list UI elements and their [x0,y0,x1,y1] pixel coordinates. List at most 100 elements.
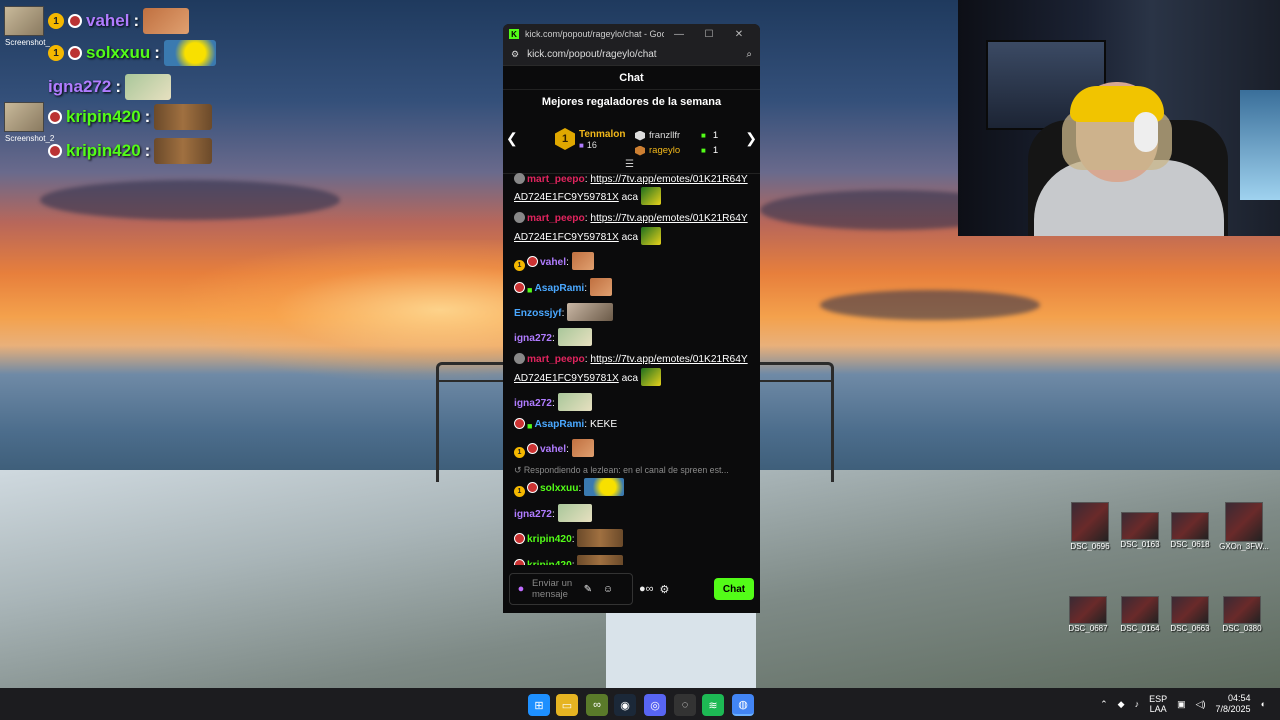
reply-context[interactable]: ↺ Respondiendo a lezlean: en el canal de… [514,465,749,476]
emote-image [154,104,213,130]
gifter-name: franzllfr [649,130,681,141]
chat-username[interactable]: solxxuu [540,483,579,494]
emote-image [571,251,594,270]
window-titlebar: K kick.com/popout/rageylo/chat - Google.… [503,24,760,44]
message-input[interactable]: ● Enviar un mensaje ✎ ☺ [509,573,633,605]
overlay-colon: : [133,11,140,30]
desktop-file-icon[interactable]: DSC_0163 [1114,512,1166,549]
network-icon[interactable]: ▣ [1177,699,1186,710]
sub-badge-icon: 1 [514,447,525,459]
desktop-file-label: DSC_0380 [1222,624,1262,633]
chat-username[interactable]: Enzossjyf [514,308,562,319]
steam-icon[interactable]: ◉ [614,694,636,716]
skull-badge-icon [68,14,82,28]
desktop-file-icon[interactable]: DSC_0380 [1216,596,1268,633]
emote-icon[interactable]: ✎ [580,584,596,595]
chat-username[interactable]: vahel [540,444,566,455]
maximize-button[interactable]: ☐ [694,29,724,40]
close-button[interactable]: ✕ [724,29,754,40]
reply-arrow-icon: ↺ [514,465,524,476]
overlay-colon: : [115,77,121,96]
colon: : [551,397,558,409]
address-bar[interactable]: ⚙ kick.com/popout/rageylo/chat ⌕ [503,44,760,66]
gift-badge-icon: ■ [527,284,533,295]
emote-image [577,529,624,548]
site-settings-icon[interactable]: ⚙ [511,49,519,60]
zoom-icon[interactable]: ⌕ [746,49,752,60]
sub-badge-icon: 1 [48,13,64,29]
desktop-file-icon[interactable]: DSC_0663 [1164,596,1216,633]
obs-icon[interactable]: ◌ [674,694,696,716]
desktop-file-icon[interactable]: DSC_0164 [1114,596,1166,633]
spotify-icon[interactable]: ≋ [702,694,724,716]
microphone-icon[interactable]: ● [514,583,528,595]
chat-message: igna272: [514,392,749,411]
volume-icon[interactable]: ◁) [1196,699,1206,710]
desktop-file-icon[interactable]: DSC_0696 [1064,502,1116,551]
user-badge-icon [514,353,525,365]
chat-messages: mart_peepo: https://7tv.app/emotes/01K21… [503,169,760,573]
chat-message: mart_peepo: https://7tv.app/emotes/01K21… [514,353,749,386]
message-placeholder[interactable]: Enviar un mensaje [532,578,576,600]
emote-image [567,303,614,322]
chat-message: mart_peepo: https://7tv.app/emotes/01K21… [514,173,749,206]
kick-logo-icon: K [509,29,519,39]
points-icon[interactable]: ●∞ [639,583,654,595]
emote-image [571,439,594,458]
emote-image [557,328,592,347]
chat-username[interactable]: igna272 [514,509,552,520]
user-badge-icon [514,212,525,224]
overlay-message: Screenshot_ 1 vahel: [4,6,190,47]
chat-username[interactable]: mart_peepo [527,174,585,185]
url-text[interactable]: kick.com/popout/rageylo/chat [527,49,746,60]
screenshot-label: Screenshot_ [5,38,50,47]
screenshot-thumbnail: Screenshot_2 [4,102,54,143]
gifter-name: rageylo [649,145,681,156]
chat-username[interactable]: vahel [540,257,566,268]
chat-username[interactable]: kripin420 [527,534,572,545]
file-explorer-icon[interactable]: ▭ [556,694,578,716]
send-chat-button[interactable]: Chat [714,578,754,600]
chat-username[interactable]: mart_peepo [527,354,585,365]
chat-message: 1 solxxuu: [514,478,749,498]
settings-gear-icon[interactable]: ⚙ [660,583,670,596]
top-gifter[interactable]: 1 Tenmalon ■ 16 [555,128,625,150]
chat-username[interactable]: AsapRami [534,283,584,294]
emote-image [589,277,612,296]
chevron-right-icon[interactable]: ❯ [745,130,757,147]
security-icon[interactable]: ◆ [1118,699,1125,710]
chat-username[interactable]: igna272 [514,398,552,409]
desktop-file-icon[interactable]: GXOn_3FW... [1218,502,1270,551]
emote-image [154,138,213,164]
chevron-left-icon[interactable]: ❮ [506,130,518,147]
emote-image [124,74,171,100]
emote-image [584,478,625,497]
discord-icon[interactable]: ◎ [644,694,666,716]
microphone-icon[interactable]: ♪ [1135,699,1140,709]
chat-username[interactable]: AsapRami [534,419,584,430]
desktop-file-icon[interactable]: DSC_0687 [1062,596,1114,633]
chat-popout-window: K kick.com/popout/rageylo/chat - Google.… [503,24,760,613]
colon: : [566,256,572,268]
gifter-row[interactable]: franzllfr ■ 1 [635,128,718,143]
clock[interactable]: 04:54 7/8/2025 [1216,693,1251,715]
windows-start-icon[interactable]: ⊞ [528,694,550,716]
app-icon[interactable]: ∞ [586,694,608,716]
gifter-row[interactable]: rageylo ■ 1 [635,143,718,158]
chat-message: mart_peepo: https://7tv.app/emotes/01K21… [514,212,749,245]
chat-username[interactable]: mart_peepo [527,213,585,224]
desktop-file-icon[interactable]: DSC_0618 [1164,512,1216,549]
minimize-button[interactable]: — [664,29,694,40]
gift-badge-icon: ■ [527,421,533,432]
chrome-icon[interactable]: ◍ [732,694,754,716]
chevron-up-icon[interactable]: ⌃ [1100,699,1108,710]
bronze-medal-icon [635,145,645,156]
desktop-file-label: DSC_0164 [1120,624,1160,633]
gifter-count: 1 [712,130,719,141]
chat-username[interactable]: igna272 [514,333,552,344]
notification-icon[interactable]: ◐ [1261,699,1266,709]
language-indicator[interactable]: ESP LAA [1149,694,1167,714]
desktop-file-label: GXOn_3FW... [1219,542,1269,551]
chat-header: Chat [503,66,760,90]
emoji-icon[interactable]: ☺ [600,584,616,595]
